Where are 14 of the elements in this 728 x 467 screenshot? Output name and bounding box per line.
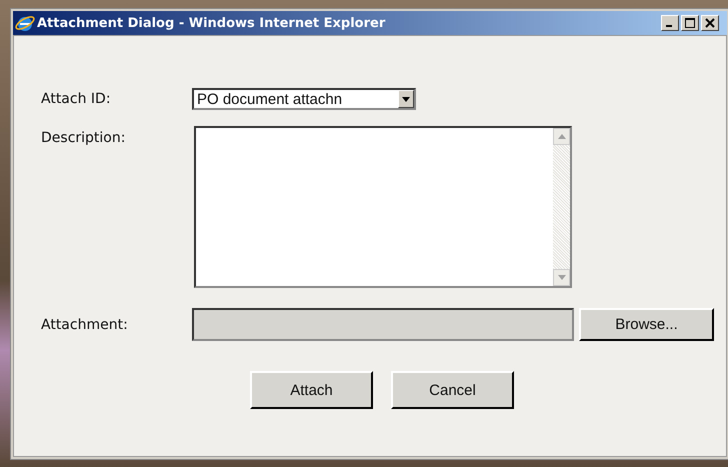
close-button[interactable]: [701, 15, 719, 31]
attachment-label: Attachment:: [41, 316, 129, 332]
close-icon[interactable]: [705, 18, 715, 28]
attach-id-label: Attach ID:: [41, 91, 112, 107]
window-title: Attachment Dialog - Windows Internet Explorer: [37, 16, 386, 30]
maximize-button[interactable]: [681, 15, 699, 31]
browser-logo-icon: [15, 13, 35, 33]
description-field[interactable]: [194, 126, 572, 288]
cancel-button[interactable]: Cancel: [391, 371, 514, 409]
description-label: Description:: [41, 129, 126, 148]
maximize-icon[interactable]: [685, 18, 695, 28]
attach-button[interactable]: Attach: [250, 371, 373, 409]
minimize-button[interactable]: [661, 15, 679, 31]
attach-id-dropdown[interactable]: PO document attachn: [192, 88, 416, 110]
